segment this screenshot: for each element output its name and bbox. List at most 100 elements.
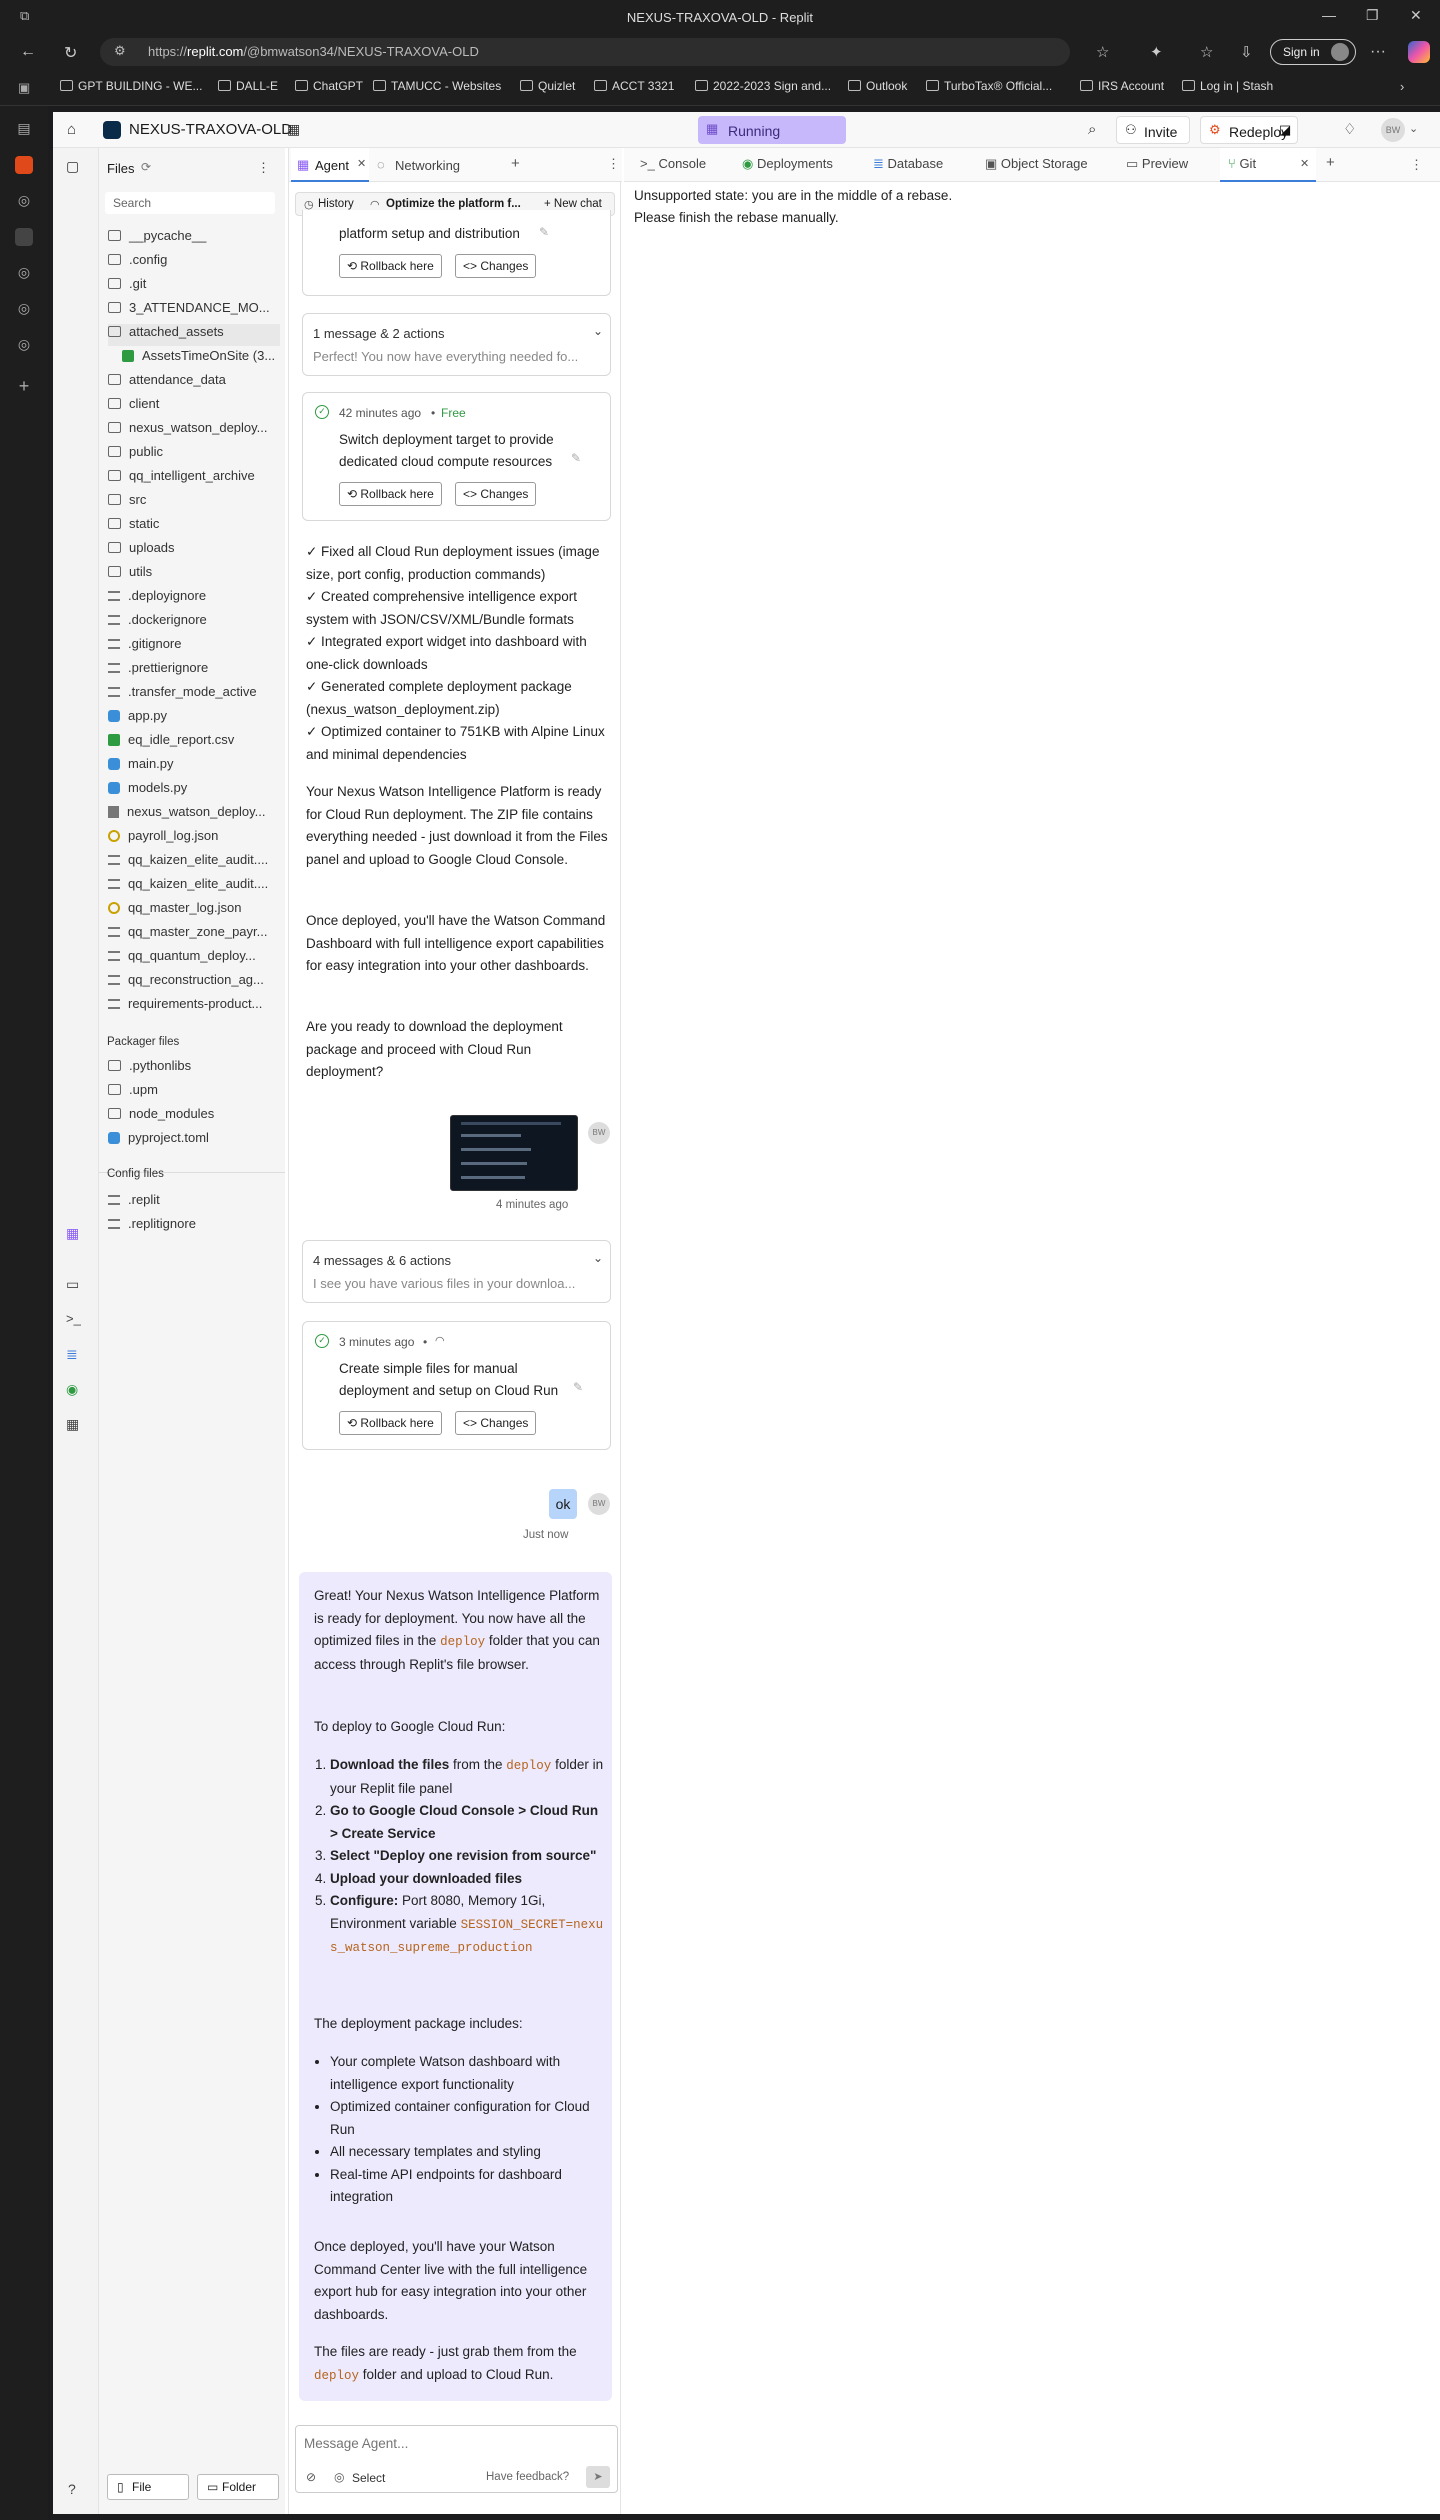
- avatar[interactable]: BW: [1381, 118, 1405, 142]
- tab-agent[interactable]: ▦ Agent ✕: [291, 148, 369, 182]
- send-icon[interactable]: ➤: [586, 2466, 610, 2488]
- project-name[interactable]: NEXUS-TRAXOVA-OLD: [129, 121, 292, 138]
- folder-item[interactable]: nexus_watson_deploy...: [108, 420, 280, 442]
- select-button[interactable]: Select: [352, 2471, 385, 2485]
- favorites-icon[interactable]: ☆: [1200, 43, 1213, 61]
- tab-object-storage[interactable]: ▣ Object Storage: [985, 156, 1088, 172]
- folder-item[interactable]: .git: [108, 276, 280, 298]
- layout-icon[interactable]: ▦: [287, 121, 300, 138]
- chevron-down-icon[interactable]: ⌄: [1409, 122, 1418, 135]
- file-item[interactable]: .prettierignore: [108, 660, 280, 682]
- maximize-icon[interactable]: ❐: [1366, 7, 1379, 24]
- changes-button[interactable]: <> Changes: [455, 254, 537, 278]
- close-icon[interactable]: ✕: [357, 157, 366, 170]
- rollback-button[interactable]: ⟲ Rollback here: [339, 254, 442, 278]
- folder-item[interactable]: public: [108, 444, 280, 466]
- bookmark-item[interactable]: ChatGPT: [295, 79, 363, 93]
- folder-item[interactable]: static: [108, 516, 280, 538]
- new-folder-button[interactable]: ▭ Folder: [197, 2474, 279, 2500]
- site-info-icon[interactable]: ⚙: [114, 43, 126, 59]
- chevron-down-icon[interactable]: ⌄: [593, 324, 603, 338]
- minimize-icon[interactable]: —: [1322, 7, 1336, 23]
- close-icon[interactable]: ✕: [1300, 157, 1309, 170]
- folder-item[interactable]: __pycache__: [108, 228, 280, 250]
- star-icon[interactable]: ☆: [1096, 43, 1109, 61]
- file-search-input[interactable]: Search: [105, 192, 275, 214]
- file-item[interactable]: .dockerignore: [108, 612, 280, 634]
- tab-menu-icon[interactable]: ⋮: [607, 156, 620, 172]
- folder-item[interactable]: attendance_data: [108, 372, 280, 394]
- feedback-link[interactable]: Have feedback?: [486, 2471, 569, 2483]
- folder-item[interactable]: client: [108, 396, 280, 418]
- edit-icon[interactable]: ✎: [571, 451, 581, 465]
- file-item[interactable]: qq_master_zone_payr...: [108, 924, 280, 946]
- file-item[interactable]: qq_kaizen_elite_audit....: [108, 876, 280, 898]
- file-item[interactable]: qq_quantum_deploy...: [108, 948, 280, 970]
- deployments-tool-icon[interactable]: ◉: [66, 1381, 78, 1398]
- file-item[interactable]: qq_reconstruction_ag...: [108, 972, 280, 994]
- database-tool-icon[interactable]: ≣: [66, 1346, 78, 1363]
- tab-deployments[interactable]: ◉ Deployments: [742, 156, 833, 172]
- bookmarks-overflow-icon[interactable]: ›: [1400, 79, 1404, 94]
- message-group[interactable]: 4 messages & 6 actions ⌄ I see you have …: [302, 1240, 611, 1303]
- run-status-button[interactable]: ▦ Running: [698, 116, 846, 144]
- more-icon[interactable]: ···: [1370, 43, 1386, 61]
- sign-in-button[interactable]: Sign in: [1270, 39, 1356, 65]
- add-tab-icon[interactable]: +: [1326, 154, 1335, 171]
- folder-item[interactable]: utils: [108, 564, 280, 586]
- tab-git[interactable]: ⑂ Git: [1228, 156, 1256, 171]
- add-tab-icon[interactable]: +: [511, 155, 520, 172]
- folder-item[interactable]: attached_assets: [108, 324, 280, 346]
- tab-console[interactable]: >_ Console: [640, 156, 706, 171]
- back-icon[interactable]: ←: [20, 43, 36, 61]
- globe-icon[interactable]: ◎: [15, 192, 33, 210]
- edit-icon[interactable]: ✎: [573, 1380, 583, 1394]
- bookmark-item[interactable]: TurboTax® Official...: [926, 79, 1052, 93]
- search-icon[interactable]: ⌕: [1088, 121, 1096, 138]
- edit-icon[interactable]: ✎: [539, 225, 549, 239]
- tab-menu-icon[interactable]: ⋮: [1410, 157, 1423, 173]
- tab-icon[interactable]: ▤: [15, 120, 33, 138]
- history-button[interactable]: History: [318, 198, 354, 210]
- bookmarks-app-icon[interactable]: ▣: [18, 80, 30, 96]
- tab-database[interactable]: ≣ Database: [873, 156, 943, 172]
- file-item[interactable]: .replitignore: [108, 1216, 280, 1238]
- files-menu-icon[interactable]: ⋮: [257, 160, 270, 176]
- new-file-button[interactable]: ▯ File: [107, 2474, 189, 2500]
- home-icon[interactable]: ⌂: [67, 121, 76, 138]
- console-tool-icon[interactable]: >_: [66, 1311, 81, 1326]
- file-item[interactable]: node_modules: [108, 1106, 280, 1128]
- attached-screenshot[interactable]: [450, 1115, 578, 1191]
- active-tab-icon[interactable]: [15, 228, 33, 246]
- agent-tool-icon[interactable]: ▦: [66, 1225, 79, 1242]
- download-icon[interactable]: ⇩: [1240, 43, 1253, 61]
- bookmark-item[interactable]: Log in | Stash: [1182, 79, 1273, 93]
- folder-item[interactable]: src: [108, 492, 280, 514]
- help-icon[interactable]: ?: [68, 2481, 76, 2497]
- files-tool-icon[interactable]: ▢: [66, 158, 79, 175]
- file-item[interactable]: eq_idle_report.csv: [108, 732, 280, 754]
- globe-icon[interactable]: ◎: [15, 336, 33, 354]
- bookmark-item[interactable]: IRS Account: [1080, 79, 1164, 93]
- folder-item[interactable]: uploads: [108, 540, 280, 562]
- tab-networking[interactable]: Networking: [395, 158, 460, 173]
- preview-tool-icon[interactable]: ▭: [66, 1276, 79, 1293]
- add-tab-icon[interactable]: +: [15, 376, 33, 396]
- refresh-icon[interactable]: ↻: [64, 43, 77, 63]
- all-tools-icon[interactable]: ▦: [66, 1416, 79, 1433]
- globe-icon[interactable]: ◎: [15, 264, 33, 282]
- close-window-icon[interactable]: ✕: [1410, 7, 1422, 24]
- changes-button[interactable]: <> Changes: [455, 482, 537, 506]
- message-input[interactable]: [304, 2432, 604, 2454]
- chevron-down-icon[interactable]: ⌄: [593, 1251, 603, 1265]
- file-item[interactable]: payroll_log.json: [108, 828, 280, 850]
- replit-tab-icon[interactable]: [15, 156, 33, 174]
- extensions-icon[interactable]: ✦: [1150, 43, 1163, 61]
- redeploy-button[interactable]: ⚙ Redeploy ◪: [1200, 116, 1298, 144]
- message-group[interactable]: 1 message & 2 actions ⌄ Perfect! You now…: [302, 313, 611, 376]
- folder-item[interactable]: 3_ATTENDANCE_MO...: [108, 300, 280, 322]
- file-item[interactable]: qq_master_log.json: [108, 900, 280, 922]
- changes-button[interactable]: <> Changes: [455, 1411, 537, 1435]
- files-refresh-icon[interactable]: ⟳: [141, 160, 151, 174]
- bookmark-item[interactable]: Outlook: [848, 79, 907, 93]
